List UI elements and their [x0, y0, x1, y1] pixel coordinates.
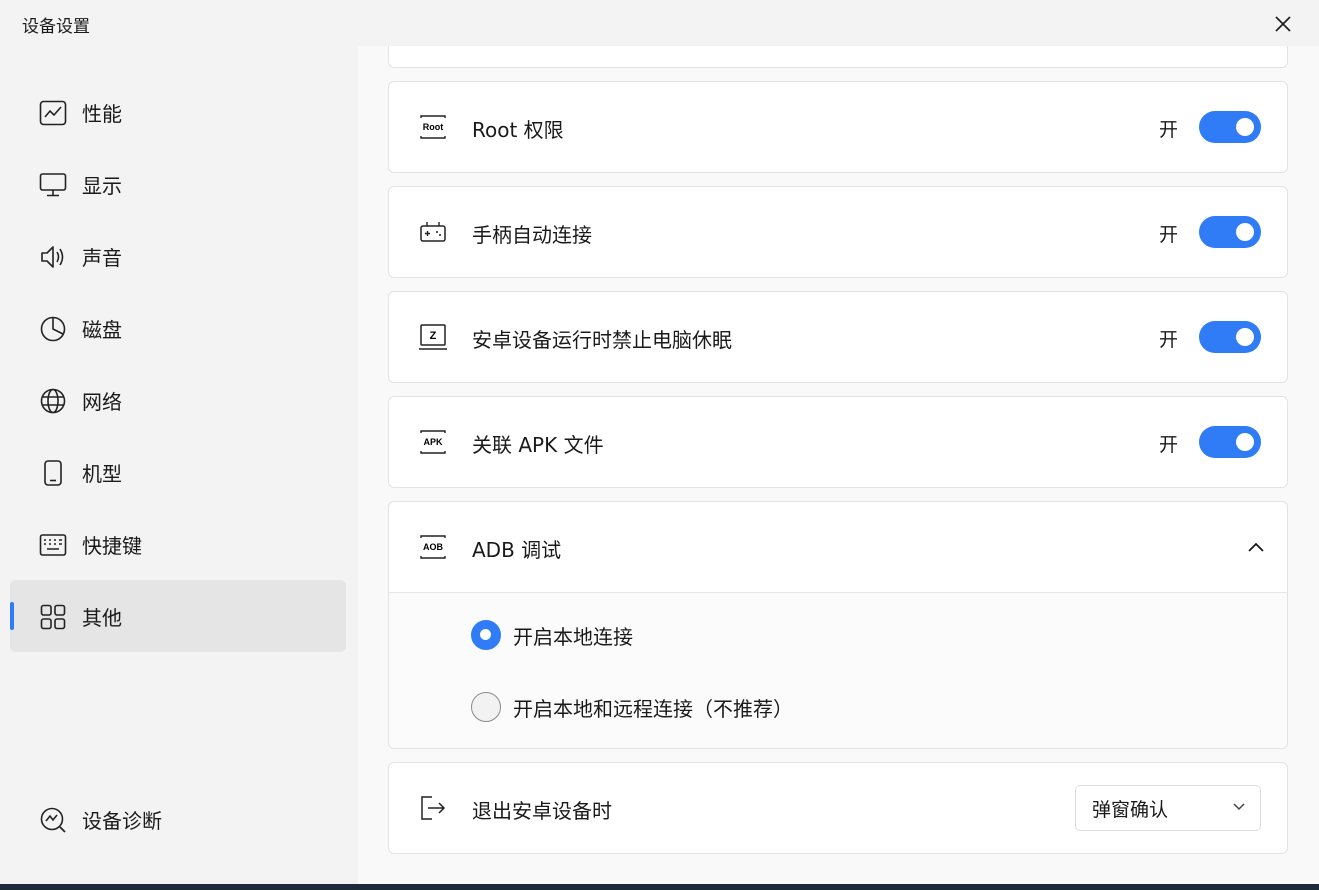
settings-content: Root Root 权限 开 手柄自动连接 开 Z 安卓设备运行时禁止电脑休眠 … [358, 46, 1319, 884]
exit-icon [417, 793, 449, 823]
toggle-root[interactable] [1199, 111, 1261, 143]
globe-icon [38, 386, 68, 416]
apk-icon-text: APK [423, 437, 443, 447]
performance-chart-icon [38, 98, 68, 128]
setting-row-no-sleep: Z 安卓设备运行时禁止电脑休眠 开 [389, 292, 1287, 382]
partial-card [388, 46, 1288, 68]
setting-card-adb: AOB ADB 调试 开启本地连接 开启本地和远程连接（不推荐） [388, 501, 1288, 749]
exit-action-select[interactable]: 弹窗确认 [1075, 785, 1261, 831]
root-icon: Root [417, 112, 449, 142]
sleep-icon: Z [417, 322, 449, 352]
setting-label-gamepad: 手柄自动连接 [472, 223, 592, 247]
toggle-apk[interactable] [1199, 426, 1261, 458]
setting-state-no-sleep: 开 [1159, 329, 1179, 351]
grid-icon [38, 602, 68, 632]
sidebar-item-label: 声音 [82, 245, 122, 270]
sidebar-item-label: 网络 [82, 389, 122, 414]
collapse-button[interactable] [1241, 534, 1271, 560]
phone-icon [38, 458, 68, 488]
sleep-icon-text: Z [430, 330, 437, 342]
toggle-knob [1236, 328, 1254, 346]
setting-card-root: Root Root 权限 开 [388, 81, 1288, 173]
setting-card-exit: 退出安卓设备时 弹窗确认 [388, 762, 1288, 854]
setting-label-no-sleep: 安卓设备运行时禁止电脑休眠 [472, 328, 732, 352]
sidebar-item-disk[interactable]: 磁盘 [10, 292, 346, 364]
radio-button[interactable] [471, 692, 501, 722]
setting-row-exit: 退出安卓设备时 弹窗确认 [389, 763, 1287, 853]
sidebar-item-label: 显示 [82, 173, 122, 198]
setting-label-root: Root 权限 [472, 118, 564, 142]
sidebar-item-other[interactable]: 其他 [10, 580, 346, 652]
close-icon [1275, 16, 1291, 32]
title-bar: 设备设置 [0, 0, 1319, 46]
keyboard-icon [38, 530, 68, 560]
diagnostics-label: 设备诊断 [82, 808, 162, 833]
gamepad-icon [417, 217, 449, 247]
adb-icon: AOB [417, 532, 449, 562]
setting-state-gamepad: 开 [1159, 224, 1179, 246]
close-button[interactable] [1263, 8, 1303, 40]
toggle-knob [1236, 223, 1254, 241]
toggle-no-sleep[interactable] [1199, 321, 1261, 353]
adb-option-remote[interactable]: 开启本地和远程连接（不推荐） [471, 689, 793, 725]
sidebar: 性能 显示 声音 磁盘 网络 机型 快捷键 其他 设备诊断 [0, 46, 358, 884]
setting-state-root: 开 [1159, 119, 1179, 141]
toggle-knob [1236, 433, 1254, 451]
chevron-down-icon [1233, 803, 1245, 811]
sidebar-item-label: 性能 [82, 101, 122, 126]
settings-window: 设备设置 性能 显示 声音 磁盘 网络 机型 快捷键 其他 设备诊断 Root … [0, 0, 1319, 884]
adb-option-local[interactable]: 开启本地连接 [471, 617, 633, 653]
sidebar-item-performance[interactable]: 性能 [10, 76, 346, 148]
diagnostics-button[interactable]: 设备诊断 [10, 783, 346, 855]
radio-button[interactable] [471, 620, 501, 650]
pie-chart-icon [38, 314, 68, 344]
apk-icon: APK [417, 427, 449, 457]
setting-label-apk: 关联 APK 文件 [472, 433, 604, 457]
select-value: 弹窗确认 [1092, 798, 1169, 821]
sidebar-item-label: 其他 [82, 605, 122, 630]
toggle-knob [1236, 118, 1254, 136]
setting-row-root: Root Root 权限 开 [389, 82, 1287, 172]
chevron-up-icon [1248, 542, 1264, 552]
setting-label-exit: 退出安卓设备时 [472, 799, 612, 823]
adb-icon-text: AOB [423, 542, 444, 552]
setting-row-gamepad: 手柄自动连接 开 [389, 187, 1287, 277]
setting-label-adb: ADB 调试 [472, 538, 562, 562]
radio-label: 开启本地和远程连接（不推荐） [513, 696, 793, 721]
window-title: 设备设置 [22, 17, 90, 37]
setting-row-apk: APK 关联 APK 文件 开 [389, 397, 1287, 487]
diagnostics-icon [38, 805, 68, 835]
setting-state-apk: 开 [1159, 434, 1179, 456]
sidebar-item-label: 机型 [82, 461, 122, 486]
speaker-icon [38, 242, 68, 272]
monitor-icon [38, 170, 68, 200]
sidebar-item-display[interactable]: 显示 [10, 148, 346, 220]
active-indicator [10, 602, 14, 630]
setting-card-no-sleep: Z 安卓设备运行时禁止电脑休眠 开 [388, 291, 1288, 383]
sidebar-item-label: 快捷键 [82, 533, 142, 558]
setting-card-apk: APK 关联 APK 文件 开 [388, 396, 1288, 488]
root-icon-text: Root [423, 122, 444, 132]
sidebar-item-model[interactable]: 机型 [10, 436, 346, 508]
sidebar-item-label: 磁盘 [82, 317, 122, 342]
toggle-gamepad[interactable] [1199, 216, 1261, 248]
setting-row-adb[interactable]: AOB ADB 调试 [389, 502, 1287, 592]
sidebar-item-network[interactable]: 网络 [10, 364, 346, 436]
radio-label: 开启本地连接 [513, 624, 633, 649]
adb-options: 开启本地连接 开启本地和远程连接（不推荐） [389, 592, 1287, 748]
setting-card-gamepad: 手柄自动连接 开 [388, 186, 1288, 278]
sidebar-item-sound[interactable]: 声音 [10, 220, 346, 292]
sidebar-item-shortcuts[interactable]: 快捷键 [10, 508, 346, 580]
